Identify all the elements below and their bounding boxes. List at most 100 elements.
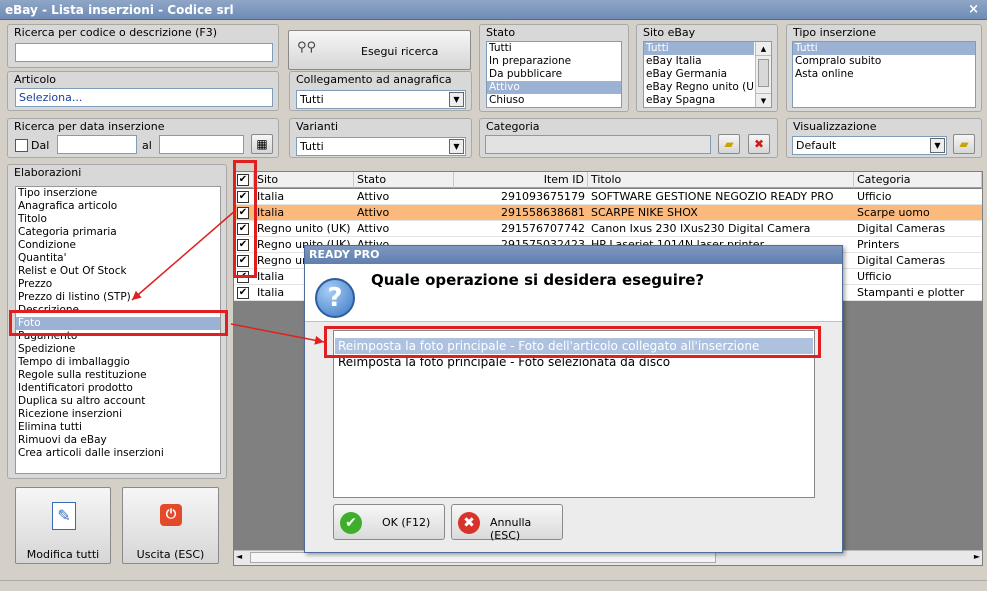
dal-input[interactable] bbox=[57, 135, 137, 154]
sito-scrollbar[interactable]: ▲ ▼ bbox=[755, 42, 771, 107]
cell-titolo: SCARPE NIKE SHOX bbox=[591, 206, 698, 219]
stato-item-selected[interactable]: Attivo bbox=[487, 81, 621, 94]
search-button-label: Esegui ricerca bbox=[361, 45, 439, 58]
question-icon: ? bbox=[315, 278, 355, 318]
chevron-down-icon[interactable]: ▼ bbox=[449, 92, 464, 107]
cell-categoria: Ufficio bbox=[857, 190, 892, 203]
stato-list[interactable]: Tutti In preparazione Da pubblicare Atti… bbox=[486, 41, 622, 108]
sito-item[interactable]: eBay Germania bbox=[644, 68, 754, 81]
elaborazioni-item[interactable]: Condizione bbox=[16, 239, 220, 252]
stato-item[interactable]: Chiuso bbox=[487, 94, 621, 107]
elaborazioni-item[interactable]: Duplica su altro account bbox=[16, 395, 220, 408]
col-titolo[interactable]: Titolo bbox=[588, 172, 854, 188]
col-categoria[interactable]: Categoria bbox=[854, 172, 982, 188]
elaborazioni-item[interactable]: Relist e Out Of Stock bbox=[16, 265, 220, 278]
search-button[interactable]: ⚲⚲ Esegui ricerca bbox=[288, 30, 471, 70]
articolo-field[interactable]: Seleziona... bbox=[15, 88, 273, 107]
collegamento-label: Collegamento ad anagrafica bbox=[296, 73, 452, 86]
data-group: Ricerca per data inserzione Dal al ▦ bbox=[7, 118, 279, 158]
chevron-left-icon[interactable]: ◄ bbox=[236, 552, 242, 561]
scroll-thumb[interactable] bbox=[758, 59, 769, 87]
elaborazioni-item[interactable]: Identificatori prodotto bbox=[16, 382, 220, 395]
cell-item-id: 291558638681 bbox=[501, 206, 585, 219]
elaborazioni-item[interactable]: Rimuovi da eBay bbox=[16, 434, 220, 447]
annotation-dialog-option bbox=[324, 326, 821, 358]
folder-icon[interactable]: ▰ bbox=[953, 134, 975, 154]
visualizzazione-select[interactable]: Default ▼ bbox=[792, 136, 947, 155]
elaborazioni-item[interactable]: Elimina tutti bbox=[16, 421, 220, 434]
dal-checkbox[interactable] bbox=[15, 139, 28, 152]
elaborazioni-item[interactable]: Anagrafica articolo bbox=[16, 200, 220, 213]
al-input[interactable] bbox=[159, 135, 244, 154]
tipo-group: Tipo inserzione Tutti Compralo subito As… bbox=[786, 24, 982, 112]
annotation-foto-item bbox=[9, 310, 228, 336]
chevron-up-icon[interactable]: ▲ bbox=[756, 42, 771, 56]
cell-stato: Attivo bbox=[357, 190, 390, 203]
table-row[interactable]: ✔ Regno unito (UK) Attivo 291576707742 Canon… bbox=[234, 221, 982, 237]
grid-header: ✔ Sito Stato Item ID Titolo Categoria bbox=[234, 172, 982, 188]
elaborazioni-item[interactable]: Tempo di imballaggio bbox=[16, 356, 220, 369]
cell-categoria: Ufficio bbox=[857, 270, 892, 283]
elaborazioni-item[interactable]: Categoria primaria bbox=[16, 226, 220, 239]
sito-item[interactable]: eBay Spagna bbox=[644, 94, 754, 107]
delete-icon[interactable]: ✖ bbox=[748, 134, 770, 154]
stato-item[interactable]: In preparazione bbox=[487, 55, 621, 68]
chevron-right-icon[interactable]: ► bbox=[974, 552, 980, 561]
elaborazioni-item[interactable]: Crea articoli dalle inserzioni bbox=[16, 447, 220, 460]
sito-item[interactable]: eBay Regno unito (UK) bbox=[644, 81, 754, 94]
sito-list[interactable]: Tutti eBay Italia eBay Germania eBay Reg… bbox=[643, 41, 772, 108]
close-icon[interactable]: × bbox=[968, 0, 979, 20]
elaborazioni-item[interactable]: Prezzo di listino (STP) bbox=[16, 291, 220, 304]
folder-icon[interactable]: ▰ bbox=[718, 134, 740, 154]
categoria-field[interactable] bbox=[485, 135, 711, 154]
visualizzazione-group: Visualizzazione Default ▼ ▰ bbox=[786, 118, 982, 158]
cancel-button[interactable]: ✖ Annulla (ESC) bbox=[451, 504, 563, 542]
uscita-label: Uscita (ESC) bbox=[136, 548, 205, 561]
stato-item[interactable]: Da pubblicare bbox=[487, 68, 621, 81]
window-title: eBay - Lista inserzioni - Codice srl bbox=[5, 3, 234, 17]
elaborazioni-item[interactable]: Ricezione inserzioni bbox=[16, 408, 220, 421]
search-input[interactable] bbox=[15, 43, 273, 62]
col-stato[interactable]: Stato bbox=[354, 172, 454, 188]
scroll-thumb[interactable] bbox=[250, 552, 716, 563]
tipo-item[interactable]: Compralo subito bbox=[793, 55, 975, 68]
dialog-header: ? Quale operazione si desidera eseguire? bbox=[305, 264, 842, 322]
tipo-item[interactable]: Asta online bbox=[793, 68, 975, 81]
collegamento-select[interactable]: Tutti ▼ bbox=[296, 90, 466, 109]
search-label: Ricerca per codice o descrizione (F3) bbox=[14, 26, 218, 39]
uscita-button[interactable]: ⏻ Uscita (ESC) bbox=[122, 487, 219, 564]
table-row[interactable]: ✔ Italia Attivo 291093675179 SOFTWARE GESTIO… bbox=[234, 189, 982, 205]
calendar-icon[interactable]: ▦ bbox=[251, 134, 273, 154]
elaborazioni-item[interactable]: Prezzo bbox=[16, 278, 220, 291]
modifica-tutti-button[interactable]: ✎ Modifica tutti bbox=[15, 487, 111, 564]
elaborazioni-label: Elaborazioni bbox=[14, 166, 82, 179]
sito-item-selected[interactable]: Tutti bbox=[644, 42, 754, 55]
col-item-id[interactable]: Item ID bbox=[454, 172, 588, 188]
ok-label: OK (F12) bbox=[382, 516, 431, 529]
cell-categoria: Stampanti e plotter bbox=[857, 286, 965, 299]
search-group: Ricerca per codice o descrizione (F3) bbox=[7, 24, 279, 68]
row-checkbox[interactable]: ✔ bbox=[237, 287, 249, 299]
elaborazioni-item[interactable]: Regole sulla restituzione bbox=[16, 369, 220, 382]
chevron-down-icon[interactable]: ▼ bbox=[449, 139, 464, 154]
annotation-checkbox-column bbox=[233, 160, 257, 278]
elaborazioni-item[interactable]: Titolo bbox=[16, 213, 220, 226]
elaborazioni-item[interactable]: Spedizione bbox=[16, 343, 220, 356]
ok-button[interactable]: ✔ OK (F12) bbox=[333, 504, 445, 540]
tipo-list[interactable]: Tutti Compralo subito Asta online bbox=[792, 41, 976, 108]
varianti-select[interactable]: Tutti ▼ bbox=[296, 137, 466, 156]
stato-item[interactable]: Tutti bbox=[487, 42, 621, 55]
elaborazioni-item[interactable]: Tipo inserzione bbox=[16, 187, 220, 200]
cancel-label: Annulla (ESC) bbox=[490, 516, 532, 542]
cell-titolo: Canon Ixus 230 IXus230 Digital Camera bbox=[591, 222, 811, 235]
table-row[interactable]: ✔ Italia Attivo 291558638681 SCARPE NIKE SHO… bbox=[234, 205, 982, 221]
modifica-tutti-label: Modifica tutti bbox=[26, 548, 100, 561]
power-icon: ⏻ bbox=[160, 504, 182, 526]
close-icon: ✖ bbox=[458, 512, 480, 534]
chevron-down-icon[interactable]: ▼ bbox=[756, 93, 771, 107]
elaborazioni-item[interactable]: Quantita' bbox=[16, 252, 220, 265]
sito-item[interactable]: eBay Italia bbox=[644, 55, 754, 68]
col-sito[interactable]: Sito bbox=[254, 172, 354, 188]
chevron-down-icon[interactable]: ▼ bbox=[930, 138, 945, 153]
tipo-item-selected[interactable]: Tutti bbox=[793, 42, 975, 55]
